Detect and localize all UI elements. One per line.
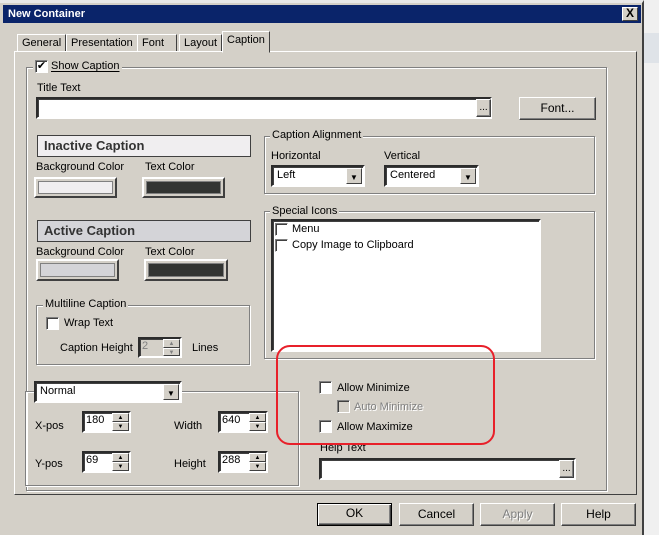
ypos-label: Y-pos [35,458,63,470]
help-text-browse-button[interactable]: ... [559,460,574,478]
close-button[interactable]: X [622,7,638,21]
tab-font[interactable]: Font [137,34,177,52]
width-label: Width [174,420,203,432]
chevron-down-icon: ▼ [346,168,362,184]
inactive-caption-heading: Inactive Caption [37,135,251,157]
spin-down-icon[interactable]: ▼ [249,422,266,431]
wrap-text-checkbox[interactable] [46,317,59,330]
window-state-dropdown[interactable]: Normal ▼ [34,381,182,403]
copy-image-label: Copy Image to Clipboard [292,239,414,251]
title-text-label: Title Text [37,82,81,94]
spin-up-icon[interactable]: ▲ [112,413,129,422]
active-bg-color-label: Background Color [36,246,125,258]
horizontal-dropdown[interactable]: Left ▼ [271,165,365,187]
help-text-input[interactable] [319,458,576,480]
tab-layout[interactable]: Layout [179,34,223,52]
show-caption-checkbox[interactable]: ✔ Show Caption [33,60,122,73]
title-text-browse-button[interactable]: ... [476,99,491,117]
lines-label: Lines [192,342,219,354]
inactive-bg-color-button[interactable] [34,177,117,198]
tab-presentation[interactable]: Presentation [66,34,138,52]
copy-image-checkbox[interactable] [275,239,288,252]
chevron-down-icon: ▼ [163,384,179,400]
menu-checkbox[interactable] [275,223,288,236]
active-caption-heading: Active Caption [37,220,251,242]
spin-down-icon[interactable]: ▼ [112,422,129,431]
vertical-label: Vertical [384,150,421,162]
inactive-bg-color-label: Background Color [36,161,125,173]
caption-height-spinner: ▲ ▼ [163,339,180,356]
caption-height-input: 2 ▲ ▼ [138,337,182,358]
spin-up-icon[interactable]: ▲ [112,453,129,462]
wrap-text-label: Wrap Text [64,317,114,329]
horizontal-label: Horizontal [271,150,321,162]
title-text-input[interactable] [36,97,492,119]
spin-up-icon[interactable]: ▲ [249,453,266,462]
active-text-color-label: Text Color [145,246,195,258]
caption-alignment-label: Caption Alignment [270,129,364,142]
window-state-value: Normal [40,385,76,397]
height-value: 288 [222,454,241,466]
xpos-spinner[interactable]: ▲ ▼ [112,413,129,431]
height-spinner[interactable]: ▲ ▼ [249,453,266,471]
spin-down-icon[interactable]: ▼ [249,462,266,471]
chevron-down-icon: ▼ [460,168,476,184]
cancel-button[interactable]: Cancel [399,503,474,526]
ypos-value: 69 [86,454,99,466]
special-icons-label: Special Icons [270,205,340,218]
spin-up-icon: ▲ [163,339,180,348]
width-input[interactable]: 640 ▲ ▼ [218,411,268,433]
inactive-text-color-label: Text Color [145,161,195,173]
horizontal-value: Left [277,169,296,181]
tab-general[interactable]: General [17,34,67,52]
multiline-caption-label: Multiline Caption [43,298,129,311]
inactive-text-color-button[interactable] [142,177,225,198]
caption-height-value: 2 [142,340,149,352]
vertical-value: Centered [390,169,436,181]
vertical-dropdown[interactable]: Centered ▼ [384,165,479,187]
height-input[interactable]: 288 ▲ ▼ [218,451,268,473]
font-button[interactable]: Font... [519,97,596,120]
check-icon: ✔ [35,60,48,73]
menu-label: Menu [292,223,320,235]
active-text-color-button[interactable] [144,259,228,281]
ok-button[interactable]: OK [317,503,392,526]
help-button[interactable]: Help [561,503,636,526]
spin-down-icon: ▼ [163,347,180,356]
active-bg-color-button[interactable] [36,259,119,281]
highlight-annotation [276,345,495,445]
width-spinner[interactable]: ▲ ▼ [249,413,266,431]
xpos-value: 180 [86,414,105,426]
ypos-input[interactable]: 69 ▲ ▼ [82,451,131,473]
height-label: Height [174,458,206,470]
spin-up-icon[interactable]: ▲ [249,413,266,422]
width-value: 640 [222,414,241,426]
ypos-spinner[interactable]: ▲ ▼ [112,453,129,471]
caption-height-label: Caption Height [60,342,133,354]
xpos-input[interactable]: 180 ▲ ▼ [82,411,131,433]
tab-caption[interactable]: Caption [222,31,270,53]
spin-down-icon[interactable]: ▼ [112,462,129,471]
show-caption-label: Show Caption [51,60,120,72]
apply-button: Apply [480,503,555,526]
xpos-label: X-pos [35,420,64,432]
title-bar: New Container [3,5,641,23]
